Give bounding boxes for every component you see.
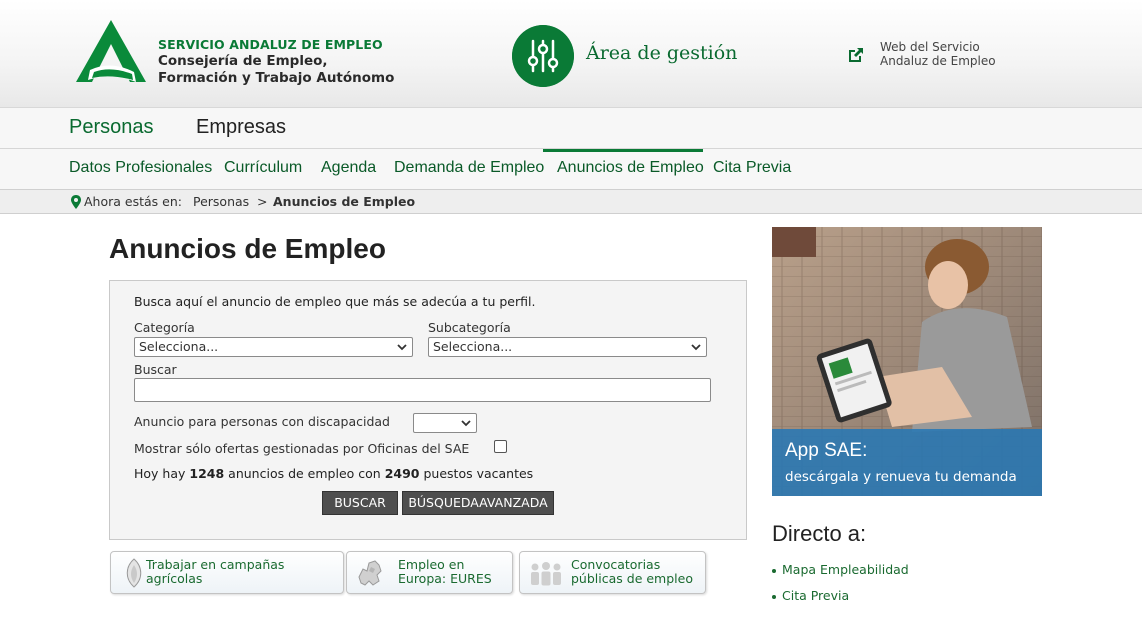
stats-puestos-count: 2490 [384, 466, 420, 481]
stats-prefix: Hoy hay [134, 466, 186, 481]
discapacidad-select[interactable] [413, 413, 477, 433]
subcategoria-select[interactable]: Selecciona... [428, 337, 707, 357]
ext-link-line-1[interactable]: Web del Servicio [880, 40, 996, 54]
location-pin-icon [71, 195, 81, 209]
leaf-icon [126, 558, 142, 588]
buscar-label: Buscar [134, 362, 177, 377]
categoria-select[interactable]: Selecciona... [134, 337, 413, 357]
quick-link-campanas-agricolas[interactable]: Trabajar en campañas agrícolas [110, 551, 344, 594]
buscar-input[interactable] [134, 378, 711, 402]
bullet-icon [772, 594, 776, 599]
breadcrumb-separator: > [257, 194, 268, 209]
sae-only-checkbox[interactable] [494, 440, 507, 453]
area-title: Área de gestión [586, 42, 738, 64]
secondary-nav: Datos Profesionales Currículum Agenda De… [0, 149, 1142, 190]
quick-link-convocatorias[interactable]: Convocatorias públicas de empleo [519, 551, 706, 594]
quick-link-1-line-1: Trabajar en campañas [146, 557, 285, 572]
directo-title: Directo a: [772, 521, 867, 546]
people-icon [531, 562, 561, 586]
job-stats: Hoy hay 1248 anuncios de empleo con 2490… [134, 466, 533, 481]
quick-link-3-line-1: Convocatorias [571, 557, 661, 572]
external-sae-link[interactable]: Web del Servicio Andaluz de Empleo [846, 40, 996, 68]
site-header: SERVICIO ANDALUZ DE EMPLEO Consejería de… [0, 0, 1142, 108]
nav-curriculum[interactable]: Currículum [224, 159, 302, 177]
busqueda-avanzada-button[interactable]: BÚSQUEDAAVANZADA [402, 491, 554, 515]
nav-agenda[interactable]: Agenda [321, 159, 376, 177]
quick-link-eures[interactable]: Empleo en Europa: EURES [346, 551, 513, 594]
active-tab-indicator [543, 149, 703, 152]
app-sae-promo[interactable]: App SAE: descárgala y renueva tu demanda [772, 227, 1042, 496]
org-brand: SERVICIO ANDALUZ DE EMPLEO Consejería de… [158, 36, 394, 87]
breadcrumb: Ahora estás en: Personas > Anuncios de E… [0, 190, 1142, 214]
sliders-icon [512, 25, 574, 87]
stats-anuncios-count: 1248 [189, 466, 225, 481]
quick-link-2-line-2: Europa: EURES [398, 571, 492, 586]
promo-title: App SAE: [785, 440, 868, 461]
search-intro: Busca aquí el anuncio de empleo que más … [134, 294, 536, 309]
breadcrumb-current: Anuncios de Empleo [273, 194, 416, 209]
nav-cita-previa[interactable]: Cita Previa [713, 159, 791, 177]
directo-link-mapa-empleabilidad[interactable]: Mapa Empleabilidad [772, 562, 909, 577]
search-form: Busca aquí el anuncio de empleo que más … [109, 280, 747, 540]
quick-link-1-line-2: agrícolas [146, 571, 203, 586]
chevron-down-icon [691, 344, 701, 351]
stats-middle: anuncios de empleo con [228, 466, 381, 481]
breadcrumb-personas[interactable]: Personas [193, 194, 249, 209]
breadcrumb-prefix: Ahora estás en: [84, 194, 182, 209]
subcategoria-label: Subcategoría [428, 320, 511, 335]
nav-empresas[interactable]: Empresas [196, 116, 286, 139]
nav-demanda-empleo[interactable]: Demanda de Empleo [394, 159, 544, 177]
promo-banner: App SAE: descárgala y renueva tu demanda [772, 429, 1042, 496]
categoria-value: Selecciona... [139, 339, 219, 354]
nav-anuncios-empleo[interactable]: Anuncios de Empleo [557, 159, 704, 177]
quick-link-3-line-2: públicas de empleo [571, 571, 693, 586]
europe-map-icon [358, 560, 382, 586]
primary-nav: Personas Empresas [0, 108, 1142, 149]
junta-andalucia-logo[interactable] [76, 20, 146, 84]
subcategoria-value: Selecciona... [433, 339, 513, 354]
promo-subtitle: descárgala y renueva tu demanda [785, 469, 1017, 485]
quick-link-2-line-1: Empleo en [398, 557, 465, 572]
directo-link-2-label[interactable]: Cita Previa [782, 588, 849, 603]
org-sub-1: Consejería de Empleo, [158, 53, 328, 69]
org-sub-2: Formación y Trabajo Autónomo [158, 70, 395, 86]
directo-link-cita-previa[interactable]: Cita Previa [772, 588, 849, 603]
page-title: Anuncios de Empleo [109, 233, 386, 264]
discapacidad-label: Anuncio para personas con discapacidad [134, 414, 390, 429]
chevron-down-icon [461, 420, 471, 427]
sae-only-label: Mostrar sólo ofertas gestionadas por Ofi… [134, 441, 470, 456]
chevron-down-icon [397, 344, 407, 351]
org-name: SERVICIO ANDALUZ DE EMPLEO [158, 37, 383, 52]
nav-datos-profesionales[interactable]: Datos Profesionales [69, 159, 212, 177]
buscar-button[interactable]: BUSCAR [322, 491, 398, 515]
categoria-label: Categoría [134, 320, 195, 335]
stats-suffix: puestos vacantes [423, 466, 534, 481]
ext-link-line-2[interactable]: Andaluz de Empleo [880, 54, 996, 68]
directo-link-1-label[interactable]: Mapa Empleabilidad [782, 562, 909, 577]
bullet-icon [772, 568, 776, 573]
external-link-icon [849, 48, 863, 62]
nav-personas[interactable]: Personas [69, 116, 154, 139]
